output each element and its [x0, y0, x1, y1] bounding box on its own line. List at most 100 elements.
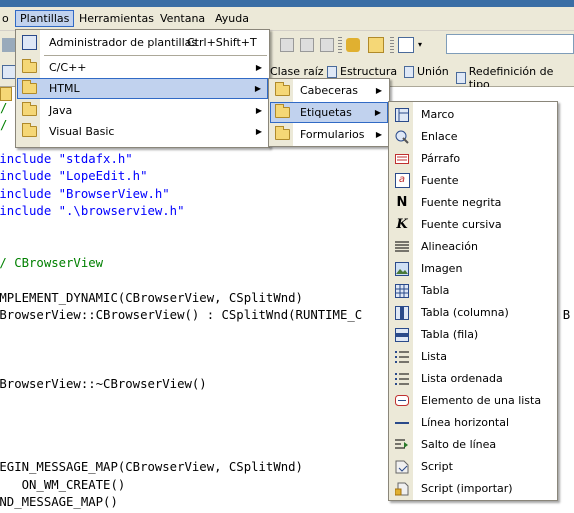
menu-item-script[interactable]: Script: [390, 456, 556, 477]
menu-item-label: Formularios: [300, 128, 365, 141]
menu-item-html[interactable]: HTML ▶: [17, 78, 268, 99]
menu-item-label: Marco: [421, 108, 455, 121]
template-manager-icon: [21, 35, 37, 51]
typedef-icon: [456, 72, 466, 84]
toolbar-button-icon[interactable]: [2, 38, 16, 52]
cut-icon[interactable]: [280, 38, 294, 52]
menu-item-label: Lista: [421, 350, 447, 363]
union-button[interactable]: Unión: [404, 65, 449, 78]
toolbar-combo-box[interactable]: [446, 34, 574, 54]
union-label: Unión: [417, 65, 449, 78]
code-line: IMPLEMENT_DYNAMIC(CBrowserView, CSplitWn…: [0, 291, 303, 305]
folder-icon: [274, 126, 290, 143]
paste-icon[interactable]: [320, 38, 334, 52]
menu-ayuda[interactable]: Ayuda: [210, 11, 254, 26]
menu-item-label: HTML: [49, 82, 80, 95]
paragraph-icon: [394, 151, 410, 167]
code-line: ON_WM_CREATE(): [0, 478, 126, 492]
union-icon: [404, 65, 414, 78]
folder-icon: [21, 80, 37, 97]
menu-separator: [44, 55, 267, 56]
binoculars-icon[interactable]: [346, 38, 360, 52]
menu-bar: o Plantillas Herramientas Ventana Ayuda: [0, 7, 574, 31]
menu-item-fuente[interactable]: a Fuente: [390, 170, 556, 191]
menu-item-label: Línea horizontal: [421, 416, 510, 429]
code-line: END_MESSAGE_MAP(): [0, 495, 118, 509]
menu-item-label: Fuente: [421, 174, 459, 187]
code-line: // CBrowserView: [0, 256, 104, 270]
menu-item-label: Imagen: [421, 262, 463, 275]
code-line: BEGIN_MESSAGE_MAP(CBrowserView, CSplitWn…: [0, 460, 303, 474]
menu-item-administrador[interactable]: Administrador de plantillas Ctrl+Shift+T: [17, 32, 268, 53]
menu-item-alineacion[interactable]: Alineación: [390, 236, 556, 257]
clase-raiz-label: Clase raíz: [270, 65, 324, 78]
horizontal-rule-icon: [394, 415, 410, 431]
list-icon: [394, 349, 410, 365]
frame-icon: [394, 107, 410, 123]
copy-icon[interactable]: [300, 38, 314, 52]
menu-item-lista[interactable]: Lista: [390, 346, 556, 367]
menu-item-salto-linea[interactable]: Salto de línea: [390, 434, 556, 455]
link-icon: [394, 129, 410, 145]
menu-item-fuente-negrita[interactable]: N Fuente negrita: [390, 192, 556, 213]
menu-item-label: Párrafo: [421, 152, 461, 165]
table-column-icon: [394, 305, 410, 321]
submenu-arrow-icon: ▶: [254, 84, 261, 93]
ordered-list-icon: [394, 371, 410, 387]
menu-item-etiquetas[interactable]: Etiquetas ▶: [270, 102, 388, 123]
menu-item-label: Script: [421, 460, 453, 473]
menu-item-java[interactable]: Java ▶: [17, 100, 268, 121]
menu-item-cpp[interactable]: C/C++ ▶: [17, 57, 268, 78]
menu-item-marco[interactable]: Marco: [390, 104, 556, 125]
list-item-icon: [394, 393, 410, 409]
menu-item-label: Fuente cursiva: [421, 218, 502, 231]
window-title-bar: [0, 0, 574, 7]
document-icon[interactable]: [398, 37, 414, 53]
clase-raiz-button[interactable]: Clase raíz: [270, 65, 324, 78]
toolbar-button-group: ▾: [268, 34, 444, 56]
menu-ventana[interactable]: Ventana: [155, 11, 210, 26]
menu-item-tabla[interactable]: Tabla: [390, 280, 556, 301]
menu-item-parrafo[interactable]: Párrafo: [390, 148, 556, 169]
menu-item-lista-ordenada[interactable]: Lista ordenada: [390, 368, 556, 389]
menu-item-label: Visual Basic: [49, 125, 115, 138]
menu-file[interactable]: o: [0, 11, 14, 26]
estructura-button[interactable]: Estructura: [327, 65, 397, 78]
menu-item-label: Elemento de una lista: [421, 394, 542, 407]
menu-item-visual-basic[interactable]: Visual Basic ▶: [17, 121, 268, 142]
menu-item-script-importar[interactable]: Script (importar): [390, 478, 556, 499]
menu-item-fuente-cursiva[interactable]: K Fuente cursiva: [390, 214, 556, 235]
menu-item-label: Lista ordenada: [421, 372, 503, 385]
menu-item-elemento-lista[interactable]: Elemento de una lista: [390, 390, 556, 411]
menu-item-formularios[interactable]: Formularios ▶: [270, 124, 388, 145]
code-line: /: [0, 118, 8, 132]
code-line: CBrowserView::CBrowserView() : CSplitWnd…: [0, 308, 363, 322]
menu-item-imagen[interactable]: Imagen: [390, 258, 556, 279]
table-icon: [394, 283, 410, 299]
menu-plantillas[interactable]: Plantillas: [15, 10, 75, 27]
menu-item-tabla-columna[interactable]: Tabla (columna): [390, 302, 556, 323]
menu-item-cabeceras[interactable]: Cabeceras ▶: [270, 80, 388, 101]
submenu-arrow-icon: ▶: [375, 86, 382, 95]
menu-item-label: Tabla: [421, 284, 450, 297]
menu-item-label: Fuente negrita: [421, 196, 502, 209]
menu-item-label: Tabla (fila): [421, 328, 479, 341]
find-folder-icon[interactable]: [368, 37, 384, 53]
toolbar-button-icon[interactable]: [2, 65, 16, 79]
line-break-icon: [394, 437, 410, 453]
code-line: #include ".\browserview.h": [0, 204, 185, 218]
menu-item-linea-horizontal[interactable]: Línea horizontal: [390, 412, 556, 433]
menu-item-label: Administrador de plantillas: [49, 36, 198, 49]
menu-item-label: Java: [49, 104, 73, 117]
dropdown-arrow-icon[interactable]: ▾: [418, 40, 422, 49]
menu-herramientas[interactable]: Herramientas: [74, 11, 159, 26]
submenu-arrow-icon: ▶: [375, 130, 382, 139]
menu-item-enlace[interactable]: Enlace: [390, 126, 556, 147]
font-icon: a: [394, 173, 410, 189]
file-tab-icon: [0, 87, 12, 101]
menu-item-tabla-fila[interactable]: Tabla (fila): [390, 324, 556, 345]
align-icon: [394, 239, 410, 255]
folder-icon: [21, 102, 37, 119]
folder-icon: [274, 104, 290, 121]
bold-icon: N: [396, 195, 408, 210]
